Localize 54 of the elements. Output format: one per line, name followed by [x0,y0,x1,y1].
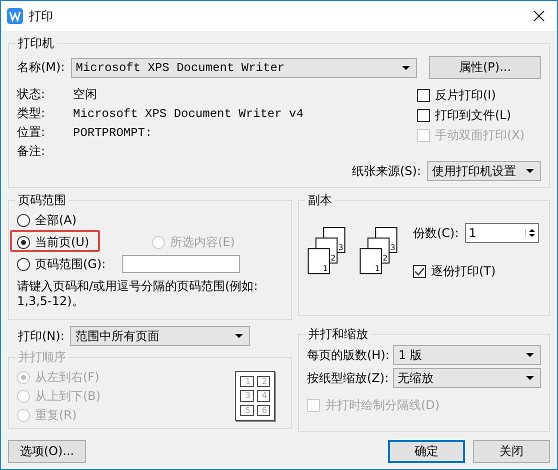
info-label: 状态: [17,86,46,103]
checkbox-label: 手动双面打印(X) [435,127,525,144]
paper-source-dropdown[interactable]: 使用打印机设置 [427,161,541,181]
group-title: 并打和缩放 [307,326,369,343]
app-logo-icon [7,8,23,24]
copies-spinner[interactable]: 1 [464,223,539,243]
close-icon[interactable] [533,10,545,22]
window-title: 打印 [29,8,54,24]
field-label: 按纸型缩放(Z): [307,370,389,386]
pages-per-sheet-dropdown[interactable]: 1 版 [393,345,541,365]
checkbox[interactable] [413,265,426,278]
radio-label: 重复(R) [35,406,77,424]
checkbox[interactable] [417,109,430,122]
radio-label: 当前页(U) [35,234,90,250]
radio-label: 从上到下(B) [35,388,101,404]
radio-label: 全部(A) [35,212,77,228]
close-button[interactable]: 关闭 [473,440,550,463]
page-stack-drawing: 3 2 1 [307,226,347,276]
page-stack-drawing: 3 2 1 [359,226,399,276]
field-label: 每页的版数(H): [307,346,390,364]
field-label: 份数(C): [413,224,459,242]
field-label: 名称(M): [17,59,65,76]
group-title: 页码范围 [17,192,67,209]
info-label: 类型: [17,105,46,122]
page-range-field[interactable] [122,255,240,273]
print-dropdown[interactable]: 范围中所有页面 [70,326,250,346]
radio-label: 从左到右(F) [35,368,100,386]
info-value: 空闲 [73,86,97,103]
properties-button[interactable]: 属性(P)... [429,56,541,79]
radio-button[interactable] [17,236,30,248]
scale-dropdown[interactable]: 无缩放 [392,368,541,388]
radio-button[interactable] [17,258,30,270]
group-title: 副本 [307,192,333,209]
field-label: 纸张来源(S): [352,162,421,180]
checkbox[interactable] [417,89,430,102]
field-label: 打印(N): [18,328,64,344]
group-title: 打印机 [17,35,55,52]
printer-dropdown[interactable]: Microsoft XPS Document Writer [70,58,417,78]
ok-button[interactable]: 确定 [388,440,465,463]
info-value: PORTPROMPT: [73,126,152,140]
checkbox-label: 逐份打印(T) [431,263,496,280]
info-label: 位置: [17,124,46,141]
checkbox-label: 并打时绘制分隔线(D) [325,397,440,414]
options-button[interactable]: 选项(O)... [8,440,86,463]
checkbox-label: 反片打印(I) [435,87,496,104]
page-order-drawing: 1 2 3 4 5 6 [235,371,275,421]
checkbox-label: 打印到文件(L) [435,107,512,124]
info-value: Microsoft XPS Document Writer v4 [73,106,304,120]
radio-label: 页码范围(G): [35,256,106,272]
radio-button[interactable] [17,214,30,226]
radio-label: 所选内容(E) [170,234,235,250]
group-title: 并打顺序 [17,349,67,366]
info-label: 备注: [17,143,46,160]
hint-text: 请键入页码和/或用逗号分隔的页码范围(例如:1,3,5-12)。 [17,279,259,309]
